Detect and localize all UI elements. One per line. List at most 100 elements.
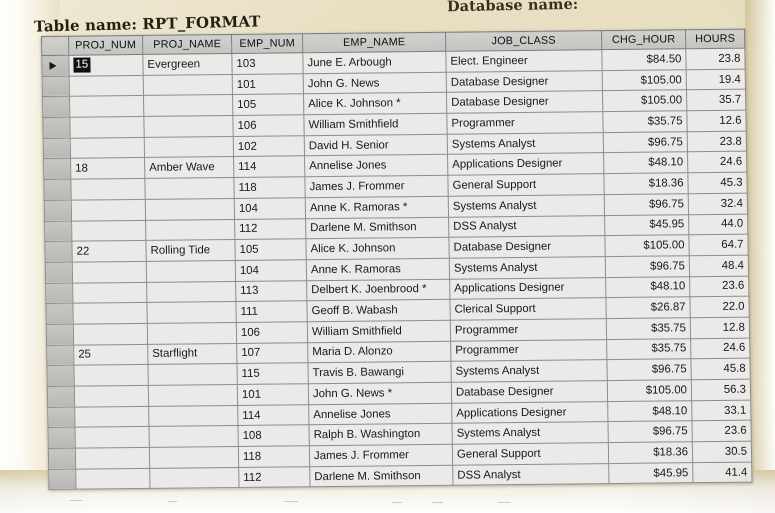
cell-chg_hour[interactable]: $35.75 [602, 110, 688, 133]
cell-proj_name[interactable]: Starflight [147, 343, 237, 365]
cell-emp_name[interactable]: Alice K. Johnson * [303, 92, 447, 115]
cell-hours[interactable]: 22.0 [689, 296, 750, 318]
cell-emp_num[interactable]: 112 [234, 218, 306, 240]
cell-proj_name[interactable] [143, 94, 233, 117]
cell-proj_name[interactable]: Evergreen [142, 53, 233, 76]
cell-hours[interactable]: 19.4 [686, 68, 746, 91]
cell-job_class[interactable]: Programmer [450, 318, 607, 341]
cell-chg_hour[interactable]: $45.95 [608, 462, 694, 485]
select-all-header[interactable] [41, 36, 69, 56]
cell-emp_num[interactable]: 107 [236, 342, 308, 364]
cell-chg_hour[interactable]: $26.87 [605, 296, 691, 319]
cell-job_class[interactable]: Database Designer [446, 90, 603, 114]
cell-job_class[interactable]: Applications Designer [451, 401, 608, 424]
cell-chg_hour[interactable]: $48.10 [605, 276, 690, 298]
cell-emp_name[interactable]: Ralph B. Washington [308, 423, 453, 446]
cell-emp_num[interactable]: 105 [234, 238, 307, 261]
cell-hours[interactable]: 48.4 [689, 254, 749, 277]
cell-hours[interactable]: 64.7 [688, 234, 749, 256]
cell-emp_name[interactable]: James J. Frommer [304, 175, 449, 198]
row-selector[interactable] [48, 468, 77, 490]
row-selector[interactable] [41, 55, 70, 77]
cell-chg_hour[interactable]: $105.00 [604, 234, 690, 257]
cell-proj_name[interactable] [146, 281, 236, 303]
cell-proj_num[interactable] [69, 95, 144, 118]
cell-emp_name[interactable]: Annelise Jones [304, 154, 448, 177]
cell-emp_name[interactable]: Anne K. Ramoras [306, 258, 450, 281]
cell-emp_num[interactable]: 113 [235, 280, 307, 302]
cell-job_class[interactable]: Clerical Support [449, 297, 607, 321]
cell-hours[interactable]: 30.5 [692, 441, 752, 463]
cell-hours[interactable]: 33.1 [691, 399, 751, 422]
cell-proj_num[interactable]: 25 [73, 344, 148, 366]
cell-emp_name[interactable]: Maria D. Alonzo [307, 340, 451, 364]
cell-emp_num[interactable]: 101 [237, 383, 309, 406]
cell-emp_name[interactable]: Annelise Jones [308, 402, 452, 426]
cell-hours[interactable]: 12.8 [690, 317, 750, 339]
row-selector[interactable] [44, 241, 73, 263]
cell-proj_num[interactable] [69, 116, 145, 138]
column-header-proj_num[interactable]: PROJ_NUM [68, 35, 143, 56]
cell-emp_name[interactable]: William Smithfield [303, 113, 448, 136]
cell-emp_name[interactable]: Alice K. Johnson [305, 237, 450, 260]
cell-proj_num[interactable] [72, 302, 148, 325]
cell-emp_num[interactable]: 115 [236, 363, 309, 385]
cell-chg_hour[interactable]: $45.95 [604, 214, 689, 236]
cell-proj_name[interactable] [149, 467, 240, 489]
cell-proj_name[interactable] [143, 74, 233, 96]
cell-emp_name[interactable]: James J. Frommer [309, 444, 453, 467]
cell-job_class[interactable]: Database Designer [451, 380, 608, 403]
row-selector[interactable] [42, 117, 71, 139]
cell-proj_num[interactable]: 15 [68, 54, 144, 76]
cell-emp_num[interactable]: 104 [234, 197, 306, 219]
cell-chg_hour[interactable]: $35.75 [606, 338, 691, 360]
cell-emp_num[interactable]: 106 [232, 114, 305, 137]
cell-proj_name[interactable] [144, 177, 235, 200]
cell-proj_name[interactable] [147, 322, 237, 345]
cell-job_class[interactable]: General Support [447, 173, 605, 197]
cell-proj_name[interactable]: Rolling Tide [145, 239, 236, 262]
cell-hours[interactable]: 56.3 [691, 379, 751, 401]
row-selector[interactable] [48, 448, 76, 470]
column-header-emp_name[interactable]: EMP_NAME [302, 32, 446, 53]
cell-job_class[interactable]: Systems Analyst [448, 194, 605, 217]
cell-hours[interactable]: 23.6 [691, 420, 752, 442]
column-header-proj_name[interactable]: PROJ_NAME [142, 34, 232, 55]
cell-proj_num[interactable] [73, 323, 148, 345]
cell-job_class[interactable]: Systems Analyst [447, 132, 604, 155]
cell-emp_num[interactable]: 111 [235, 300, 308, 323]
cell-hours[interactable]: 12.6 [686, 110, 747, 132]
cell-proj_name[interactable] [146, 260, 236, 282]
cell-hours[interactable]: 32.4 [688, 192, 748, 215]
cell-proj_num[interactable] [75, 468, 151, 490]
cell-proj_num[interactable] [74, 406, 149, 428]
cell-proj_num[interactable] [73, 364, 149, 387]
cell-emp_num[interactable]: 112 [238, 466, 311, 488]
cell-job_class[interactable]: DSS Analyst [452, 463, 610, 486]
cell-proj_num[interactable] [74, 385, 149, 407]
cell-emp_name[interactable]: Delbert K. Joenbrood * [306, 278, 450, 301]
row-selector[interactable] [42, 75, 70, 97]
cell-proj_name[interactable] [145, 198, 235, 220]
row-selector[interactable] [43, 158, 71, 180]
cell-chg_hour[interactable]: $96.75 [604, 193, 689, 216]
cell-job_class[interactable]: General Support [452, 442, 609, 465]
row-selector[interactable] [43, 137, 71, 159]
cell-hours[interactable]: 41.4 [692, 461, 753, 484]
row-selector[interactable] [45, 262, 73, 284]
cell-emp_name[interactable]: John G. News [303, 71, 447, 95]
cell-emp_num[interactable]: 102 [233, 135, 305, 157]
cell-chg_hour[interactable]: $96.75 [607, 421, 693, 443]
cell-emp_num[interactable]: 103 [231, 52, 304, 75]
cell-chg_hour[interactable]: $96.75 [606, 359, 692, 381]
column-header-hours[interactable]: HOURS [685, 29, 745, 49]
row-selector[interactable] [45, 303, 74, 325]
cell-chg_hour[interactable]: $48.10 [607, 400, 692, 422]
cell-chg_hour[interactable]: $18.36 [608, 441, 693, 464]
cell-chg_hour[interactable]: $35.75 [606, 317, 691, 340]
cell-job_class[interactable]: Applications Designer [449, 277, 606, 300]
cell-proj_num[interactable] [70, 178, 146, 201]
cell-chg_hour[interactable]: $84.50 [601, 48, 687, 71]
cell-emp_num[interactable]: 114 [237, 404, 309, 426]
row-selector[interactable] [46, 324, 74, 346]
